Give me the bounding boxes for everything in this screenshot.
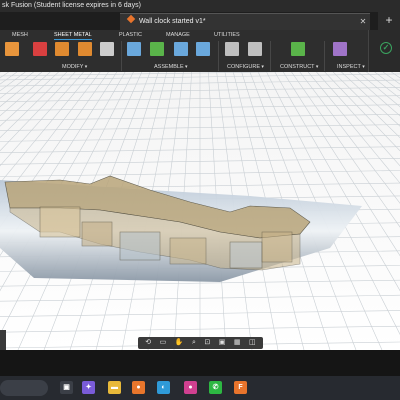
tab-utilities[interactable]: UTILITIES (214, 31, 240, 39)
table-icon[interactable] (248, 42, 262, 56)
ribbon-separator (324, 41, 325, 71)
model-box (229, 241, 263, 269)
grid-line (391, 72, 400, 79)
split-body-icon[interactable] (55, 42, 69, 56)
zoom-icon[interactable]: ⌕ (192, 337, 196, 349)
display-settings-icon[interactable]: ▣ (219, 337, 226, 349)
tab-plastic[interactable]: PLASTIC (119, 31, 142, 39)
group-construct[interactable]: CONSTRUCT (280, 63, 318, 71)
ribbon-separator (121, 41, 122, 71)
group-modify[interactable]: MODIFY (62, 63, 87, 71)
timeline-area (0, 350, 400, 376)
viewports-icon[interactable]: ◫ (249, 337, 256, 349)
pan-icon[interactable]: ✋ (175, 337, 184, 349)
document-icon (126, 14, 136, 24)
copilot-icon[interactable]: ✦ (82, 381, 95, 394)
model-box (261, 231, 293, 263)
3d-viewport[interactable] (0, 72, 400, 350)
taskbar-search[interactable] (0, 380, 48, 396)
model-box (169, 237, 207, 265)
fusion-icon[interactable]: F (234, 381, 247, 394)
group-assemble[interactable]: ASSEMBLE (154, 63, 188, 71)
window-title: sk Fusion (Student license expires in 6 … (0, 0, 400, 12)
ribbon-separator (218, 41, 219, 71)
task-view-icon[interactable]: ▣ (60, 381, 73, 394)
fusion-window: sk Fusion (Student license expires in 6 … (0, 0, 400, 400)
offset-plane-icon[interactable] (291, 42, 305, 56)
document-tab[interactable]: Wall clock started v1* ✕ (120, 13, 370, 30)
fillet-tool-icon[interactable] (5, 42, 19, 56)
orbit-icon[interactable]: ⟲ (145, 337, 151, 349)
viewport-scene (0, 72, 400, 350)
windows-taskbar: ▣ ✦ ▬ ● ◐ ● ✆ F (0, 376, 400, 400)
grid-icon[interactable]: ▦ (234, 337, 241, 349)
goose-icon[interactable]: ● (184, 381, 197, 394)
group-inspect[interactable]: INSPECT (337, 63, 365, 71)
whatsapp-icon[interactable]: ✆ (209, 381, 222, 394)
group-configure[interactable]: CONFIGURE (227, 63, 264, 71)
as-built-joint-icon[interactable] (174, 42, 188, 56)
grid-line (374, 72, 400, 92)
look-at-icon[interactable]: ▭ (160, 337, 167, 349)
motion-link-icon[interactable] (196, 42, 210, 56)
browser-collapse-handle[interactable] (0, 330, 6, 350)
close-tab-icon[interactable]: ✕ (356, 14, 370, 31)
scissors-icon[interactable] (100, 42, 114, 56)
delete-icon[interactable] (33, 42, 47, 56)
document-tab-bar: Wall clock started v1* ✕ (0, 12, 400, 30)
ribbon-separator (270, 41, 271, 71)
firefox-icon[interactable]: ● (132, 381, 145, 394)
navigation-bar: ⟲ ▭ ✋ ⌕ ⊡ ▣ ▦ ◫ (138, 337, 263, 349)
tab-manage[interactable]: MANAGE (166, 31, 190, 39)
model-box (119, 231, 161, 261)
tab-mesh[interactable]: MESH (12, 31, 28, 39)
tab-sheet-metal[interactable]: SHEET METAL (54, 31, 92, 40)
toolbar-ribbon: MESH SHEET METAL PLASTIC MANAGE UTILITIE… (0, 30, 368, 72)
check-circle-icon: ✓ (380, 42, 392, 54)
file-explorer-icon[interactable]: ▬ (108, 381, 121, 394)
inspect-icon[interactable] (333, 42, 347, 56)
split-face-icon[interactable] (78, 42, 92, 56)
new-component-icon[interactable] (127, 42, 141, 56)
model-box (39, 206, 81, 238)
edge-icon[interactable]: ◐ (157, 381, 170, 394)
document-tab-title: Wall clock started v1* (138, 18, 206, 25)
new-tab-button[interactable]: + (378, 12, 400, 30)
configure-icon[interactable] (225, 42, 239, 56)
fit-icon[interactable]: ⊡ (204, 337, 210, 349)
model-box (81, 221, 113, 247)
joint-icon[interactable] (150, 42, 164, 56)
